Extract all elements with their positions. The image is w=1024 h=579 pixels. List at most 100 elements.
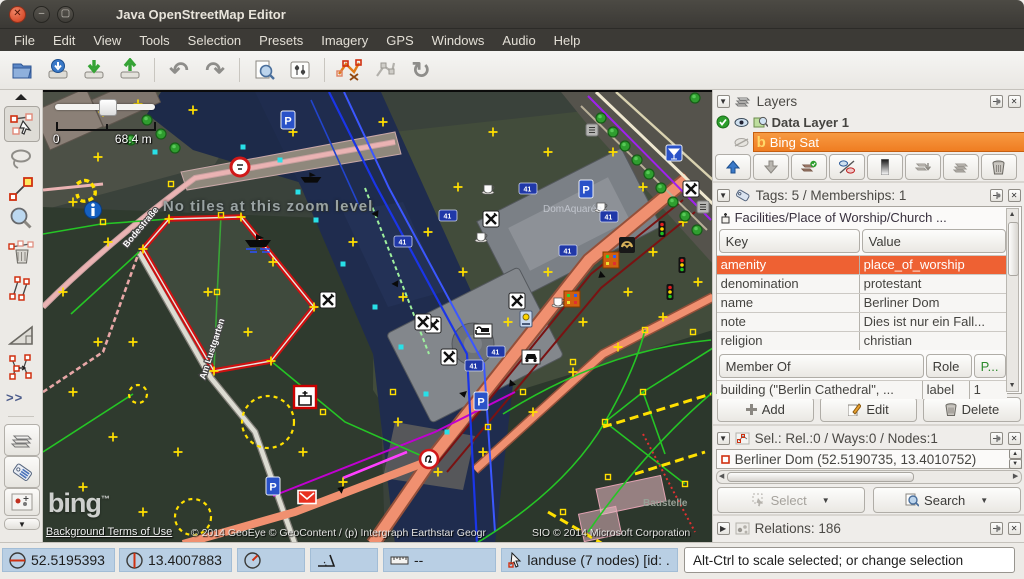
selection-close-button[interactable]: ✕ xyxy=(1008,432,1021,445)
tag-key[interactable]: amenity xyxy=(717,256,860,274)
upload-button[interactable] xyxy=(112,54,148,86)
map-view[interactable]: P xyxy=(43,90,712,544)
search-button[interactable]: Search ▼ xyxy=(873,487,1021,513)
open-button[interactable] xyxy=(4,54,40,86)
layer-merge-button[interactable] xyxy=(905,154,941,180)
tool-lasso[interactable] xyxy=(4,144,38,174)
spinner-up-button[interactable]: ▲ xyxy=(1009,449,1022,459)
tool-draw-node[interactable] xyxy=(4,174,38,204)
tag-key[interactable]: note xyxy=(717,313,860,331)
selected-node-church-icon[interactable] xyxy=(294,386,316,408)
refresh-button[interactable]: ↻ xyxy=(403,54,439,86)
tag-row-note[interactable]: note Dies ist nur ein Fall... xyxy=(717,312,1007,331)
menu-imagery[interactable]: Imagery xyxy=(313,31,376,50)
layer-row-bing[interactable]: b Bing Sat xyxy=(713,132,1024,152)
spinner-down-button[interactable]: ▼ xyxy=(1009,459,1022,469)
layer-move-down-button[interactable] xyxy=(753,154,789,180)
save-button[interactable] xyxy=(40,54,76,86)
delete-tag-button[interactable]: Delete xyxy=(923,397,1020,422)
layer-gamma-button[interactable] xyxy=(867,154,903,180)
menu-file[interactable]: File xyxy=(6,31,43,50)
relations-expand-button[interactable]: ▶ xyxy=(717,522,730,535)
tag-row-amenity[interactable]: amenity place_of_worship xyxy=(717,255,1007,274)
scrollbar-thumb[interactable] xyxy=(1008,222,1019,276)
position-column-header[interactable]: P... xyxy=(974,354,1006,378)
toolbar-scroll-up[interactable] xyxy=(4,91,38,103)
toggle-tags-dialog-button[interactable] xyxy=(4,456,40,488)
preferences-button[interactable] xyxy=(282,54,318,86)
redo-button[interactable]: ↷ xyxy=(197,54,233,86)
selection-list-item[interactable]: Berliner Dom (52.5190735, 13.4010752) xyxy=(716,449,1022,469)
selection-sticky-button[interactable] xyxy=(990,432,1003,445)
unglue-tool-button[interactable] xyxy=(367,54,403,86)
layer-row-data-layer[interactable]: Data Layer 1 xyxy=(713,112,1024,132)
visibility-eye-off-icon[interactable] xyxy=(734,137,749,148)
value-column-header[interactable]: Value xyxy=(862,229,1006,253)
tag-value[interactable]: Berliner Dom xyxy=(860,294,1007,312)
member-of-column-header[interactable]: Member Of xyxy=(719,354,924,378)
layers-collapse-button[interactable]: ▼ xyxy=(717,95,730,108)
tags-scrollbar[interactable]: ▲ ▼ xyxy=(1006,208,1019,392)
tag-row-name[interactable]: name Berliner Dom xyxy=(717,293,1007,312)
toolbar-scroll-down[interactable]: ▼ xyxy=(4,518,40,530)
scroll-right-arrow[interactable]: ▶ xyxy=(1011,471,1021,481)
tags-sticky-button[interactable] xyxy=(990,189,1003,202)
relations-close-button[interactable]: ✕ xyxy=(1008,522,1021,535)
menu-tools[interactable]: Tools xyxy=(131,31,177,50)
menu-audio[interactable]: Audio xyxy=(494,31,543,50)
select-menu-button[interactable]: Select ▼ xyxy=(717,487,865,513)
tag-value[interactable]: place_of_worship xyxy=(860,256,1007,274)
layer-move-up-button[interactable] xyxy=(715,154,751,180)
tool-select[interactable] xyxy=(4,106,40,142)
selection-spinner[interactable]: ▲ ▼ xyxy=(1009,449,1022,469)
menu-selection[interactable]: Selection xyxy=(180,31,249,50)
tag-key[interactable]: religion xyxy=(717,332,860,350)
zoom-slider[interactable] xyxy=(55,104,155,110)
layer-duplicate-button[interactable] xyxy=(943,154,979,180)
relations-sticky-button[interactable] xyxy=(990,522,1003,535)
window-close-button[interactable]: ✕ xyxy=(9,6,26,23)
layer-delete-button[interactable] xyxy=(981,154,1017,180)
preset-link[interactable]: Facilities/Place of Worship/Church ... xyxy=(717,207,1021,227)
menu-view[interactable]: View xyxy=(85,31,129,50)
selection-collapse-button[interactable]: ▼ xyxy=(717,432,730,445)
tool-zoom[interactable] xyxy=(4,204,38,234)
menu-windows[interactable]: Windows xyxy=(424,31,493,50)
scroll-up-arrow[interactable]: ▲ xyxy=(1007,209,1018,220)
visibility-eye-icon[interactable] xyxy=(734,117,749,128)
tool-extrude[interactable] xyxy=(4,320,38,350)
tags-collapse-button[interactable]: ▼ xyxy=(717,189,730,202)
undo-button[interactable]: ↶ xyxy=(161,54,197,86)
tags-close-button[interactable]: ✕ xyxy=(1008,189,1021,202)
layers-sticky-button[interactable] xyxy=(990,95,1003,108)
search-presets-button[interactable] xyxy=(246,54,282,86)
membership-role[interactable]: label xyxy=(923,381,970,399)
window-minimize-button[interactable]: – xyxy=(33,6,50,23)
membership-position[interactable]: 1 xyxy=(970,381,1007,399)
layer-opacity-button[interactable] xyxy=(829,154,865,180)
tag-key[interactable]: denomination xyxy=(717,275,860,293)
scroll-left-arrow[interactable]: ◀ xyxy=(717,471,727,481)
selection-hscrollbar[interactable]: ◀ ▶ xyxy=(716,470,1022,484)
toggle-layers-dialog-button[interactable] xyxy=(4,424,40,456)
menu-edit[interactable]: Edit xyxy=(45,31,83,50)
layer-activate-button[interactable] xyxy=(791,154,827,180)
membership-relation[interactable]: building ("Berlin Cathedral", ... xyxy=(717,381,923,399)
way-edit-tool-button[interactable] xyxy=(331,54,367,86)
terms-of-use-link[interactable]: Background Terms of Use xyxy=(46,526,172,538)
layers-close-button[interactable]: ✕ xyxy=(1008,95,1021,108)
menu-help[interactable]: Help xyxy=(546,31,589,50)
key-column-header[interactable]: Key xyxy=(719,229,860,253)
tag-value[interactable]: protestant xyxy=(860,275,1007,293)
zoom-slider-thumb[interactable] xyxy=(99,99,117,116)
tool-delete[interactable] xyxy=(4,238,38,268)
tag-key[interactable]: name xyxy=(717,294,860,312)
tag-row-religion[interactable]: religion christian xyxy=(717,331,1007,350)
scroll-down-arrow[interactable]: ▼ xyxy=(1007,380,1018,391)
add-tag-button[interactable]: Add xyxy=(717,397,814,422)
window-maximize-button[interactable]: ▢ xyxy=(57,6,74,23)
tool-improve-accuracy[interactable] xyxy=(4,352,38,382)
menu-presets[interactable]: Presets xyxy=(251,31,311,50)
membership-row[interactable]: building ("Berlin Cathedral", ... label … xyxy=(717,380,1007,399)
download-button[interactable] xyxy=(76,54,112,86)
